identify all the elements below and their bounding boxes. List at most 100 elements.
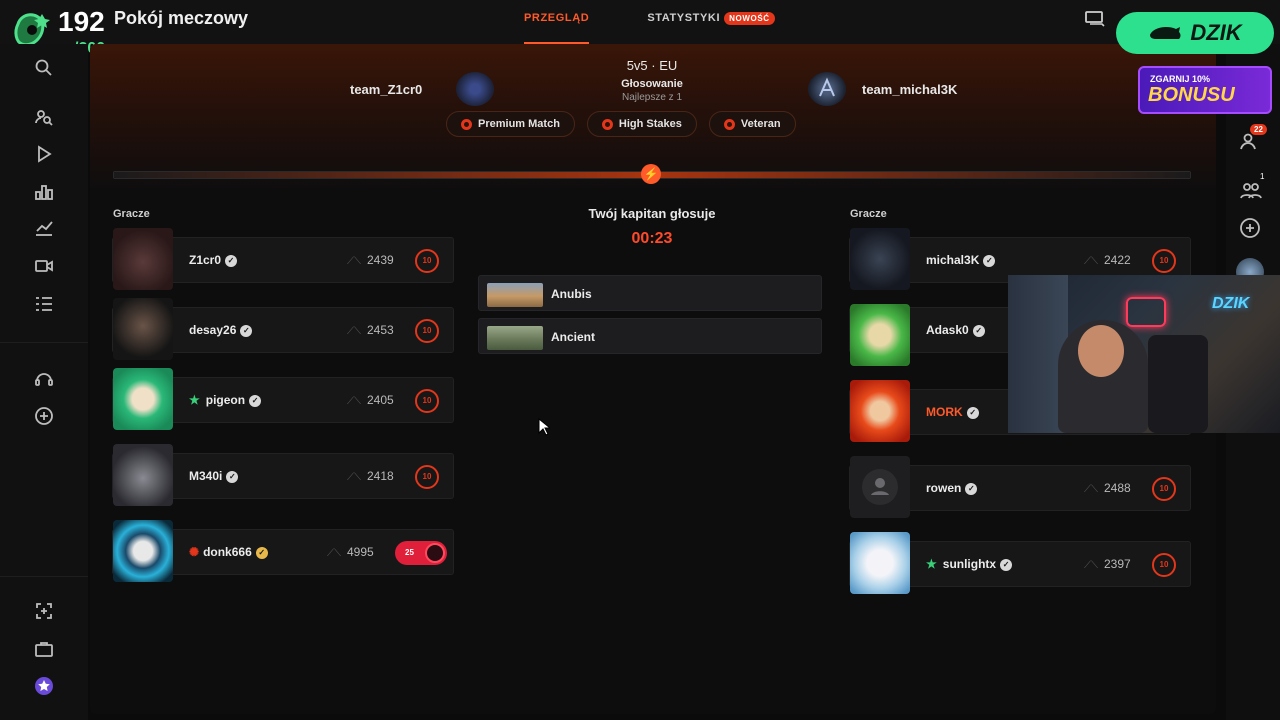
avatar[interactable] [850, 532, 910, 594]
map-option-anubis[interactable]: Anubis [478, 275, 822, 311]
leaderboard-icon[interactable] [32, 180, 56, 204]
sidebar-divider-bottom [0, 576, 88, 577]
find-match-icon[interactable] [32, 106, 56, 130]
notification-badge: 22 [1250, 124, 1267, 135]
level-badge: 10 [1152, 249, 1176, 273]
player-elo: ⟋⟍ 2418 [347, 469, 394, 483]
player-name[interactable]: MORK ✓ [926, 405, 979, 419]
level-badge: 10 [415, 389, 439, 413]
player-name-text: rowen [926, 481, 962, 495]
avatar[interactable] [850, 380, 910, 442]
trend-icon: ⟋⟍ [327, 548, 341, 559]
user-icon [862, 469, 898, 505]
trend-icon: ⟋⟍ [347, 472, 361, 483]
new-badge: NOWOŚĆ [724, 11, 775, 25]
chat-icon[interactable] [1084, 10, 1106, 28]
team-left-name[interactable]: team_Z1cr0 [350, 82, 422, 97]
star-icon: ★ [926, 557, 937, 571]
verified-icon: ✓ [240, 324, 253, 337]
player-name[interactable]: M340i ✓ [189, 469, 239, 483]
map-name: Anubis [551, 287, 592, 301]
faction-icon: ✺ [189, 545, 200, 559]
top-nav: PRZEGLĄD STATYSTYKI NOWOŚĆ [510, 0, 789, 44]
player-name-text: MORK [926, 405, 963, 419]
top-bar: Pokój meczowy PRZEGLĄD STATYSTYKI NOWOŚĆ [0, 0, 1280, 44]
tag-label: High Stakes [618, 118, 682, 130]
expand-icon[interactable] [32, 599, 56, 623]
lightning-icon: ⚡ [641, 164, 661, 184]
bonus-banner[interactable]: ZGARNIJ 10% BONUSU [1138, 66, 1272, 114]
page-title: Pokój meczowy [114, 8, 249, 28]
add-circle-icon[interactable] [32, 404, 56, 428]
left-sidebar [0, 44, 88, 720]
play-icon[interactable] [32, 142, 56, 166]
headset-icon[interactable] [32, 367, 56, 391]
left-players-label: Gracze [113, 208, 150, 220]
player-name[interactable]: Z1cr0 ✓ [189, 253, 238, 267]
party-count: 1 [1260, 172, 1265, 181]
gaming-chair [1148, 335, 1208, 433]
level-badge-challenger: 25 [395, 541, 447, 565]
star-icon: ★ [189, 393, 200, 407]
elo-value: 2405 [367, 393, 394, 407]
team-right-name[interactable]: team_michal3K [862, 82, 957, 97]
vote-timer: 00:23 [631, 230, 673, 247]
briefcase-icon[interactable] [32, 637, 56, 661]
tab-statistics[interactable]: STATYSTYKI NOWOŚĆ [633, 0, 788, 44]
avatar[interactable] [113, 368, 173, 430]
player-elo: ⟋⟍ 2405 [347, 393, 394, 407]
tab-overview[interactable]: PRZEGLĄD [510, 0, 603, 44]
player-name-text: michal3K [926, 253, 980, 267]
search-icon[interactable] [32, 56, 56, 80]
player-name[interactable]: ★ sunlightx ✓ [926, 557, 1013, 571]
tag-icon [461, 118, 472, 130]
player-name[interactable]: ★ pigeon ✓ [189, 393, 262, 407]
avatar[interactable] [113, 520, 173, 582]
verified-icon: ✓ [966, 406, 979, 419]
team-left-logo [456, 72, 494, 106]
level-badge: 10 [415, 465, 439, 489]
player-elo: ⟋⟍ 4995 [327, 545, 374, 559]
tag-icon [601, 118, 613, 130]
cam-neon-sign: DZIK [1212, 295, 1250, 312]
tag-veteran: Veteran [708, 111, 796, 137]
avatar[interactable] [113, 298, 173, 360]
stats-icon[interactable] [32, 216, 56, 240]
invite-add-icon[interactable] [1238, 216, 1262, 240]
avatar[interactable] [113, 228, 173, 290]
avatar[interactable] [850, 304, 910, 366]
premium-star-icon[interactable] [32, 674, 56, 698]
list-icon[interactable] [32, 292, 56, 316]
player-name[interactable]: michal3K ✓ [926, 253, 996, 267]
verified-icon: ✓ [225, 254, 238, 267]
verified-icon: ✓ [226, 470, 239, 483]
player-name-text: donk666 [203, 545, 252, 559]
avatar[interactable] [113, 444, 173, 506]
party-icon[interactable] [1238, 178, 1264, 204]
video-icon[interactable] [32, 254, 56, 278]
player-name[interactable]: rowen ✓ [926, 481, 978, 495]
elo-value: 2488 [1104, 481, 1131, 495]
player-name[interactable]: desay26 ✓ [189, 323, 253, 337]
trend-icon: ⟋⟍ [347, 326, 361, 337]
match-status: Głosowanie [621, 78, 683, 90]
trend-icon: ⟋⟍ [347, 256, 361, 267]
avatar-placeholder[interactable] [850, 456, 910, 518]
map-option-ancient[interactable]: Ancient [478, 318, 822, 354]
trend-icon: ⟋⟍ [1084, 560, 1098, 571]
tag-label: Veteran [740, 118, 781, 130]
player-name[interactable]: ✺ donk666 ✓ [189, 545, 268, 559]
dzik-promo-button[interactable]: DZIK [1116, 12, 1274, 54]
match-tags: Premium Match High Stakes Veteran [446, 111, 796, 137]
level-badge: 10 [415, 319, 439, 343]
player-name[interactable]: Adask0 ✓ [926, 323, 985, 337]
webcam-overlay: DZIK [1008, 275, 1280, 433]
trend-icon: ⟋⟍ [1084, 256, 1098, 267]
sidebar-divider [0, 342, 88, 343]
player-elo: ⟋⟍ 2453 [347, 323, 394, 337]
goal-current: 192 [58, 6, 105, 37]
elo-value: 4995 [347, 545, 374, 559]
tag-icon [723, 118, 735, 130]
player-name-text: M340i [189, 469, 223, 483]
avatar[interactable] [850, 228, 910, 290]
